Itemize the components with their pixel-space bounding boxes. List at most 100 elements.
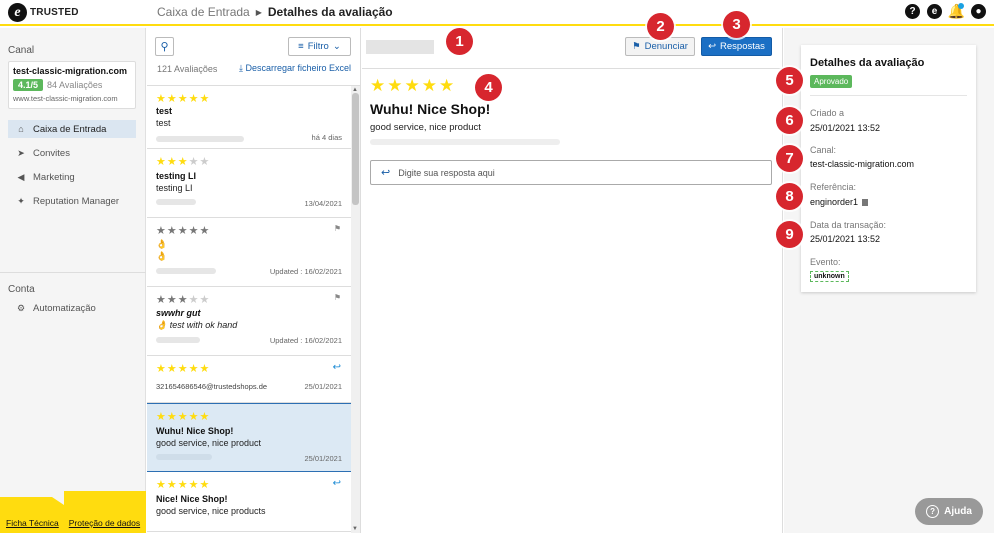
gear-icon: ⚙ [16, 302, 26, 313]
star-rating: ★★★★★ [156, 294, 211, 306]
list-item[interactable]: ★★★★★ testing LI testing LI 13/04/2021 [147, 149, 351, 218]
breadcrumb: Caixa de Entrada ▶ Detalhes da avaliação [157, 5, 393, 19]
list-item[interactable]: ★★★★★ ↩ 321654686546@trustedshops.de 25/… [147, 356, 351, 403]
reply-button[interactable]: ↩ Respostas [701, 37, 772, 56]
replied-icon: ↩ [332, 362, 341, 373]
sparkle-icon: ✦ [17, 195, 25, 206]
detail-star-rating: ★★★★★ [370, 76, 457, 95]
star-rating: ★★★★★ [156, 93, 211, 105]
review-details-card: Detalhes da avaliação Aprovado Criado a … [801, 45, 976, 292]
sidebar-item-invites[interactable]: ➤ Convites [8, 144, 136, 162]
breadcrumb-current: Detalhes da avaliação [267, 5, 393, 19]
reply-icon: ↩ [708, 41, 717, 52]
footer-link-privacy[interactable]: Proteção de dados [69, 518, 140, 528]
callout-3: 3 [723, 11, 750, 38]
info-divider [810, 95, 967, 96]
filter-icon: ≡ [298, 41, 304, 52]
footer-link-ficha-tecnica[interactable]: Ficha Técnica [6, 518, 59, 528]
reference-row: enginorder1 [810, 197, 869, 207]
review-date: Updated : 16/02/2021 [269, 267, 342, 276]
reference-value: enginorder1 [810, 197, 859, 207]
scroll-thumb[interactable] [352, 93, 359, 205]
filter-button[interactable]: ≡ Filtro ⌄ [288, 37, 351, 56]
help-icon[interactable]: ? [905, 4, 920, 19]
top-bar: e TRUSTED Caixa de Entrada ▶ Detalhes da… [0, 0, 994, 26]
review-list-panel: ⚲ ≡ Filtro ⌄ 121 Avaliações ⤓ Descarrega… [147, 28, 361, 533]
scroll-down-icon[interactable]: ▼ [352, 526, 358, 532]
reply-icon: ↩ [381, 167, 391, 179]
redacted-email [156, 199, 196, 205]
review-list-header: ⚲ ≡ Filtro ⌄ 121 Avaliações ⤓ Descarrega… [147, 28, 360, 86]
sidebar: Canal test-classic-migration.com 4.1/5 8… [0, 28, 146, 533]
download-excel-link[interactable]: ⤓ Descarregar ficheiro Excel [239, 63, 351, 74]
redacted-meta [370, 139, 560, 145]
inbox-icon: ⌂ [18, 124, 24, 134]
callout-5: 5 [776, 67, 803, 94]
bell-icon[interactable]: 🔔 [948, 3, 965, 19]
list-item[interactable]: ★★★★★ ⚑ swwhr gut 👌 test with ok hand Up… [147, 287, 351, 356]
sidebar-item-label: Marketing [33, 171, 75, 183]
review-body: testing LI [156, 183, 193, 193]
sidebar-item-label: Automatização [33, 302, 96, 314]
review-date: há 4 dias [311, 133, 342, 142]
star-rating: ★★★★★ [156, 156, 211, 168]
help-label: Ajuda [944, 506, 972, 517]
header-icons: ? e 🔔 ● [905, 3, 986, 19]
help-button[interactable]: ? Ajuda [915, 498, 983, 525]
review-title: Nice! Nice Shop! [156, 494, 228, 504]
flag-icon: ⚑ [632, 41, 641, 52]
detail-review-title: Wuhu! Nice Shop! [370, 101, 491, 117]
sidebar-item-marketing[interactable]: ◀ Marketing [8, 168, 136, 186]
rating-badge: 4.1/5 [13, 79, 44, 91]
flag-icon[interactable]: ⚑ [334, 224, 341, 233]
review-list: ★★★★★ test test há 4 dias ★★★★★ testing … [147, 86, 351, 532]
search-button[interactable]: ⚲ [155, 37, 174, 56]
account-section-label: Conta [8, 284, 35, 295]
trusted-logo-icon[interactable]: e [927, 4, 942, 19]
reply-input[interactable]: ↩ Digite sua resposta aqui [370, 160, 772, 185]
star-rating: ★★★★★ [156, 363, 211, 375]
created-value: 25/01/2021 13:52 [810, 123, 881, 133]
sidebar-item-inbox[interactable]: ⌂ Caixa de Entrada [8, 120, 136, 138]
trusted-logo[interactable]: e TRUSTED [8, 3, 79, 22]
flag-icon[interactable]: ⚑ [334, 293, 341, 302]
list-item-selected[interactable]: ★★★★★ Wuhu! Nice Shop! good service, nic… [147, 403, 351, 472]
callout-4: 4 [475, 74, 502, 101]
review-date: 13/04/2021 [304, 199, 342, 208]
sidebar-item-reputation-manager[interactable]: ✦ Reputation Manager [8, 192, 136, 210]
breadcrumb-inbox[interactable]: Caixa de Entrada [157, 5, 250, 19]
channel-label: Canal: [810, 145, 837, 155]
review-detail-panel: ⚑ Denunciar ↩ Respostas ★★★★★ Wuhu! Nice… [362, 28, 783, 533]
list-item[interactable]: ★★★★★ ↩ Nice! Nice Shop! good service, n… [147, 472, 351, 532]
sidebar-item-label: Convites [33, 147, 70, 159]
list-item[interactable]: ★★★★★ ⚑ 👌 👌 Updated : 16/02/2021 [147, 218, 351, 287]
filter-label: Filtro [307, 41, 329, 52]
channel-section-label: Canal [8, 45, 35, 56]
callout-9: 9 [776, 221, 803, 248]
callout-7: 7 [776, 145, 803, 172]
redacted-reviewer-name [366, 40, 434, 54]
search-icon: ⚲ [160, 41, 169, 53]
list-item[interactable]: ★★★★★ test test há 4 dias [147, 86, 351, 149]
detail-review-body: good service, nice product [370, 122, 481, 133]
transaction-label: Data da transação: [810, 220, 887, 230]
help-icon: ? [926, 505, 940, 518]
status-badge: Aprovado [810, 75, 853, 88]
review-title: test [156, 106, 173, 116]
copy-icon[interactable] [862, 199, 869, 207]
review-body: 👌 test with ok hand [156, 320, 238, 330]
review-body: 👌 [156, 251, 168, 261]
channel-card[interactable]: test-classic-migration.com 4.1/5 84 Aval… [8, 61, 136, 109]
brand-name: TRUSTED [30, 7, 79, 18]
scrollbar[interactable]: ▲ ▼ [351, 86, 360, 533]
review-count: 84 Avaliações [47, 80, 103, 90]
user-icon[interactable]: ● [971, 4, 986, 19]
footer-banner: Ficha Técnica Proteção de dados [0, 491, 146, 533]
event-label: Evento: [810, 257, 841, 267]
review-date: Updated : 16/02/2021 [269, 336, 342, 345]
channel-url: www.test-classic-migration.com [13, 94, 118, 103]
chevron-down-icon: ⌄ [332, 41, 341, 52]
review-date: 25/01/2021 [304, 454, 342, 463]
breadcrumb-separator-icon: ▶ [255, 7, 262, 17]
sidebar-item-automation[interactable]: ⚙ Automatização [8, 299, 136, 317]
